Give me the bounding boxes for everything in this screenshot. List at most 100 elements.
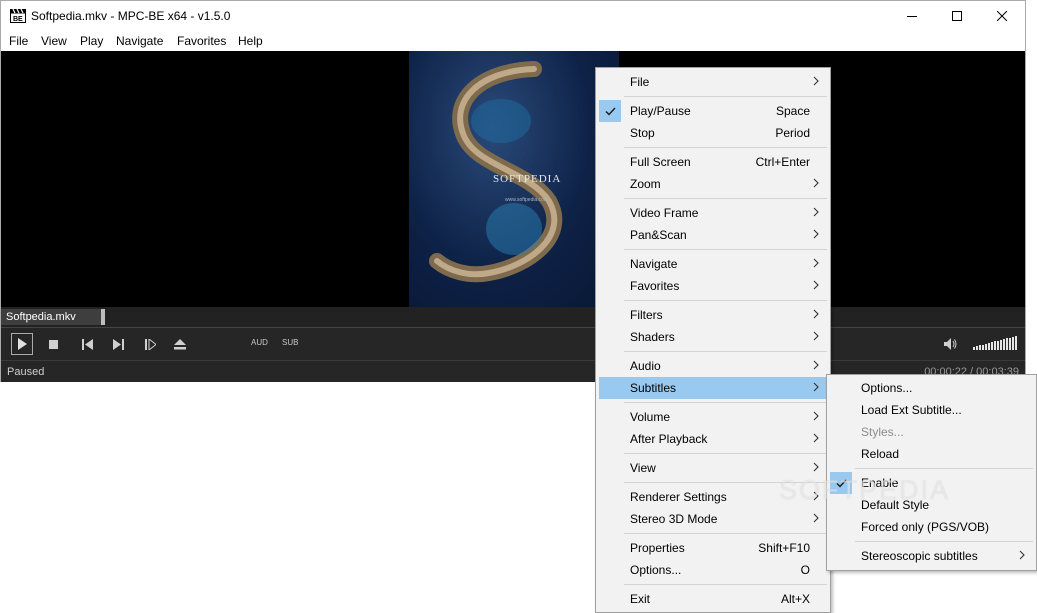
menu-item-label: Enable [861,476,899,490]
menu-play[interactable]: Play [80,34,103,48]
menu-item-label: After Playback [630,432,708,446]
menu-item-load-ext-subtitle[interactable]: Load Ext Subtitle... [830,399,1033,421]
next-button[interactable] [107,333,129,355]
menu-item-styles: Styles... [830,421,1033,443]
menu-item-label: Zoom [630,177,661,191]
menu-separator [624,198,827,199]
maximize-button[interactable] [934,1,980,31]
submenu-arrow-icon [813,178,819,188]
menu-item-label: Styles... [861,425,904,439]
submenu-arrow-icon [813,280,819,290]
menu-item-view[interactable]: View [599,457,827,479]
menu-item-full-screen[interactable]: Full Screen Ctrl+Enter [599,151,827,173]
volume-slider[interactable] [973,336,1019,352]
menu-item-video-frame[interactable]: Video Frame [599,202,827,224]
submenu-arrow-icon [813,382,819,392]
menu-separator [855,468,1033,469]
submenu-arrow-icon [813,513,819,523]
menu-favorites[interactable]: Favorites [177,34,226,48]
menu-item-label: Volume [630,410,671,424]
menu-item-label: Shaders [630,330,675,344]
menu-item-options[interactable]: Options... [830,377,1033,399]
volume-level-bar [1003,339,1005,350]
submenu-arrow-icon [813,411,819,421]
menu-item-stop[interactable]: Stop Period [599,122,827,144]
stop-button[interactable] [42,333,64,355]
audio-track-button[interactable]: AUD [251,338,268,347]
menu-navigate[interactable]: Navigate [116,34,163,48]
menu-item-label: Load Ext Subtitle... [861,403,962,417]
frame-step-icon [144,338,156,350]
menu-item-label: Properties [630,541,685,555]
menu-item-label: File [630,75,650,89]
menu-item-shortcut: O [800,563,810,577]
menu-item-navigate[interactable]: Navigate [599,253,827,275]
volume-level-bar [1015,336,1017,350]
menu-item-play-pause[interactable]: Play/Pause Space [599,100,827,122]
menu-separator [624,96,827,97]
app-window: BE Softpedia.mkv - MPC-BE x64 - v1.5.0 F… [0,0,1026,382]
menu-help[interactable]: Help [238,34,263,48]
menu-item-audio[interactable]: Audio [599,355,827,377]
menu-item-shortcut: Alt+X [780,592,810,606]
menu-separator [624,533,827,534]
close-button[interactable] [979,1,1025,31]
menu-item-renderer-settings[interactable]: Renderer Settings [599,486,827,508]
previous-button[interactable] [76,333,98,355]
menu-item-options[interactable]: Options... O [599,559,827,581]
mute-button[interactable] [939,333,961,355]
frame-step-button[interactable] [139,333,161,355]
art-watermark-text: SOFTPEDIA [493,173,562,185]
submenu-arrow-icon [813,207,819,217]
menu-item-pan-scan[interactable]: Pan&Scan [599,224,827,246]
volume-level-bar [973,347,975,350]
play-button[interactable] [11,333,33,355]
menu-item-label: Stereoscopic subtitles [861,549,978,563]
menu-item-subtitles[interactable]: Subtitles [599,377,827,399]
menu-separator [624,351,827,352]
subtitle-track-button[interactable]: SUB [282,338,298,347]
volume-level-bar [1000,340,1002,350]
menu-item-volume[interactable]: Volume [599,406,827,428]
menu-item-after-playback[interactable]: After Playback [599,428,827,450]
menu-item-shortcut: Ctrl+Enter [755,155,810,169]
menu-file[interactable]: File [9,34,28,48]
play-icon [18,338,27,350]
menu-view[interactable]: View [41,34,67,48]
video-frame: SOFTPEDIA www.softpedia.com [409,51,619,307]
menu-item-label: Options... [861,381,913,395]
menu-item-default-style[interactable]: Default Style [830,494,1033,516]
video-area[interactable]: SOFTPEDIA www.softpedia.com [1,51,1025,307]
menu-item-label: Stereo 3D Mode [630,512,718,526]
menu-item-shaders[interactable]: Shaders [599,326,827,348]
menu-item-exit[interactable]: Exit Alt+X [599,588,827,610]
menu-item-favorites[interactable]: Favorites [599,275,827,297]
file-name-label: Softpedia.mkv [1,309,104,325]
menu-separator [624,249,827,250]
menu-separator [624,453,827,454]
menu-item-file[interactable]: File [599,71,827,93]
title-bar[interactable]: BE Softpedia.mkv - MPC-BE x64 - v1.5.0 [1,1,1025,31]
eject-button[interactable] [169,333,191,355]
menu-item-label: Navigate [630,257,678,271]
menu-item-label: Full Screen [630,155,691,169]
menu-item-label: Pan&Scan [630,228,687,242]
seek-bar[interactable] [1,307,1025,327]
volume-level-bar [991,342,993,350]
menu-item-reload[interactable]: Reload [830,443,1033,465]
menu-item-stereoscopic-subtitles[interactable]: Stereoscopic subtitles [830,545,1033,567]
menu-item-stereo-3d-mode[interactable]: Stereo 3D Mode [599,508,827,530]
menu-item-properties[interactable]: Properties Shift+F10 [599,537,827,559]
menu-item-label: Forced only (PGS/VOB) [861,520,990,534]
submenu-arrow-icon [813,433,819,443]
seek-position-marker[interactable] [101,309,105,325]
minimize-button[interactable] [889,1,935,31]
menu-item-label: View [630,461,656,475]
menu-item-zoom[interactable]: Zoom [599,173,827,195]
menu-item-filters[interactable]: Filters [599,304,827,326]
menu-item-forced-only-pgs-vob[interactable]: Forced only (PGS/VOB) [830,516,1033,538]
volume-level-bar [985,344,987,350]
menu-item-label: Filters [630,308,663,322]
menu-bar: File View Play Navigate Favorites Help [1,31,1025,51]
menu-item-enable[interactable]: Enable [830,472,1033,494]
